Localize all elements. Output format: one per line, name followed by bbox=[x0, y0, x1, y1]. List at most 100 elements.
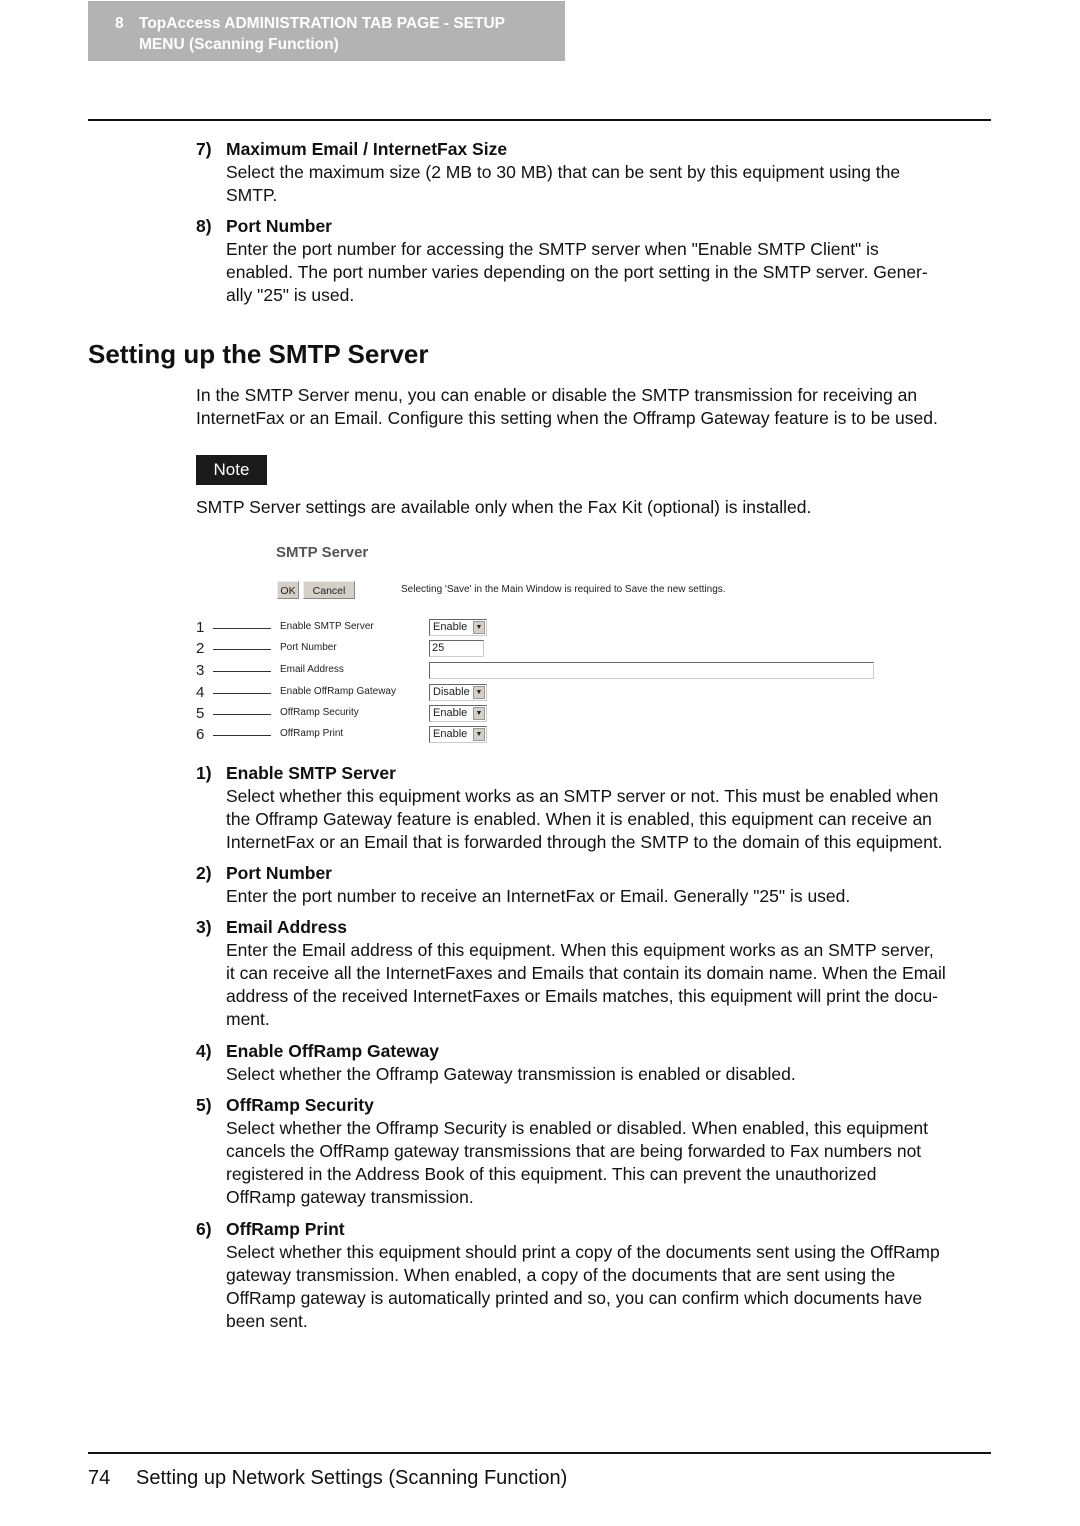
item-text: address of the received InternetFaxes or… bbox=[226, 986, 939, 1006]
item-number: 4) bbox=[196, 1041, 212, 1061]
select-value: Disable bbox=[433, 686, 470, 698]
item-number: 6) bbox=[196, 1219, 212, 1239]
callout-leader-line bbox=[213, 714, 271, 715]
item-title: Port Number bbox=[226, 216, 332, 236]
item-text: SMTP. bbox=[226, 185, 278, 205]
field-label: OffRamp Security bbox=[280, 707, 359, 718]
setting-row-offramp-print: 6 OffRamp Print Enable ▼ bbox=[196, 726, 896, 744]
item-number: 5) bbox=[196, 1095, 212, 1115]
top-divider bbox=[88, 119, 991, 121]
item-title: OffRamp Security bbox=[226, 1095, 374, 1115]
port-number-input[interactable]: 25 bbox=[429, 640, 484, 657]
item-title: Email Address bbox=[226, 917, 347, 937]
list-item-port-number-client: 8) Port Number Enter the port number for … bbox=[196, 215, 996, 307]
item-title: Enable OffRamp Gateway bbox=[226, 1041, 439, 1061]
callout-leader-line bbox=[213, 671, 271, 672]
item-text: Select whether the Offramp Security is e… bbox=[226, 1118, 929, 1138]
item-number: 1) bbox=[196, 763, 212, 783]
list-item-enable-smtp-server: 1) Enable SMTP Server Select whether this… bbox=[196, 762, 996, 854]
item-title: Port Number bbox=[226, 863, 332, 883]
field-label: Email Address bbox=[280, 664, 344, 675]
list-item-max-size: 7) Maximum Email / InternetFax Size Selec… bbox=[196, 138, 996, 207]
callout-leader-line bbox=[213, 735, 271, 736]
chapter-title-line2: MENU (Scanning Function) bbox=[139, 36, 339, 53]
item-text: ally "25" is used. bbox=[226, 285, 355, 305]
note-badge: Note bbox=[196, 455, 267, 485]
chevron-down-icon[interactable]: ▼ bbox=[473, 686, 485, 699]
item-text: it can receive all the InternetFaxes and… bbox=[226, 963, 946, 983]
ok-button[interactable]: OK bbox=[277, 581, 299, 599]
item-text: enabled. The port number varies dependin… bbox=[226, 262, 928, 282]
bottom-divider bbox=[88, 1452, 991, 1454]
setting-row-enable-smtp-server: 1 Enable SMTP Server Enable ▼ bbox=[196, 619, 896, 637]
item-title: Maximum Email / InternetFax Size bbox=[226, 139, 508, 159]
enable-smtp-server-select[interactable]: Enable ▼ bbox=[429, 619, 487, 636]
section-intro: In the SMTP Server menu, you can enable … bbox=[196, 384, 996, 430]
callout-number: 1 bbox=[196, 619, 205, 636]
note-text: SMTP Server settings are available only … bbox=[196, 497, 812, 517]
chevron-down-icon[interactable]: ▼ bbox=[473, 621, 485, 634]
chevron-down-icon[interactable]: ▼ bbox=[473, 728, 485, 741]
item-text: Select whether this equipment should pri… bbox=[226, 1242, 940, 1262]
item-title: OffRamp Print bbox=[226, 1219, 345, 1239]
figure-title: SMTP Server bbox=[276, 544, 369, 561]
select-value: Enable bbox=[433, 728, 468, 740]
select-value: Enable bbox=[433, 707, 468, 719]
select-value: Enable bbox=[433, 621, 468, 633]
callout-leader-line bbox=[213, 628, 271, 629]
item-number: 7) bbox=[196, 139, 212, 159]
item-text: ment. bbox=[226, 1009, 270, 1029]
chapter-title-line1: TopAccess ADMINISTRATION TAB PAGE - SETU… bbox=[139, 15, 505, 32]
list-item-enable-offramp-gateway: 4) Enable OffRamp Gateway Select whether … bbox=[196, 1040, 996, 1086]
item-text: Select whether this equipment works as a… bbox=[226, 786, 939, 806]
setting-row-port-number: 2 Port Number 25 bbox=[196, 640, 896, 658]
field-label: Port Number bbox=[280, 642, 337, 653]
chevron-down-icon[interactable]: ▼ bbox=[473, 707, 485, 720]
section-heading: Setting up the SMTP Server bbox=[88, 339, 429, 369]
list-item-port-number: 2) Port Number Enter the port number to r… bbox=[196, 862, 996, 908]
item-number: 2) bbox=[196, 863, 212, 883]
field-label: Enable SMTP Server bbox=[280, 621, 374, 632]
intro-text: In the SMTP Server menu, you can enable … bbox=[196, 385, 918, 405]
item-title: Enable SMTP Server bbox=[226, 763, 396, 783]
item-number: 3) bbox=[196, 917, 212, 937]
chapter-number: 8 bbox=[115, 15, 124, 32]
item-text: the Offramp Gateway feature is enabled. … bbox=[226, 809, 932, 829]
item-text: Enter the Email address of this equipmen… bbox=[226, 940, 934, 960]
field-label: OffRamp Print bbox=[280, 728, 344, 739]
item-text: OffRamp gateway transmission. bbox=[226, 1187, 474, 1207]
list-item-offramp-print: 6) OffRamp Print Select whether this equi… bbox=[196, 1218, 996, 1333]
item-text: cancels the OffRamp gateway transmission… bbox=[226, 1141, 922, 1161]
callout-leader-line bbox=[213, 649, 271, 650]
offramp-print-select[interactable]: Enable ▼ bbox=[429, 726, 487, 743]
item-text: been sent. bbox=[226, 1311, 308, 1331]
page-footer: 74 Setting up Network Settings (Scanning … bbox=[88, 1467, 567, 1490]
setting-row-offramp-security: 5 OffRamp Security Enable ▼ bbox=[196, 705, 896, 723]
footer-section-title: Setting up Network Settings (Scanning Fu… bbox=[136, 1467, 568, 1489]
page-number: 74 bbox=[88, 1467, 111, 1489]
email-address-input[interactable] bbox=[429, 662, 874, 679]
item-text: Select the maximum size (2 MB to 30 MB) … bbox=[226, 162, 901, 182]
item-text: registered in the Address Book of this e… bbox=[226, 1164, 877, 1184]
callout-number: 2 bbox=[196, 640, 205, 657]
field-label: Enable OffRamp Gateway bbox=[280, 686, 396, 697]
callout-leader-line bbox=[213, 693, 271, 694]
callout-number: 3 bbox=[196, 662, 205, 679]
item-text: Enter the port number for accessing the … bbox=[226, 239, 879, 259]
item-text: InternetFax or an Email that is forwarde… bbox=[226, 832, 943, 852]
callout-number: 4 bbox=[196, 684, 205, 701]
item-text: gateway transmission. When enabled, a co… bbox=[226, 1265, 896, 1285]
setting-row-enable-offramp-gateway: 4 Enable OffRamp Gateway Disable ▼ bbox=[196, 684, 896, 702]
intro-text: InternetFax or an Email. Configure this … bbox=[196, 408, 938, 428]
callout-number: 5 bbox=[196, 705, 205, 722]
offramp-security-select[interactable]: Enable ▼ bbox=[429, 705, 487, 722]
callout-number: 6 bbox=[196, 726, 205, 743]
item-text: Select whether the Offramp Gateway trans… bbox=[226, 1064, 796, 1084]
save-hint-message: Selecting 'Save' in the Main Window is r… bbox=[401, 584, 726, 595]
cancel-button[interactable]: Cancel bbox=[303, 581, 355, 599]
item-text: OffRamp gateway is automatically printed… bbox=[226, 1288, 923, 1308]
item-number: 8) bbox=[196, 216, 212, 236]
list-item-email-address: 3) Email Address Enter the Email address … bbox=[196, 916, 996, 1031]
chapter-header-tab: 8 TopAccess ADMINISTRATION TAB PAGE - SET… bbox=[88, 1, 565, 61]
enable-offramp-gateway-select[interactable]: Disable ▼ bbox=[429, 684, 487, 701]
